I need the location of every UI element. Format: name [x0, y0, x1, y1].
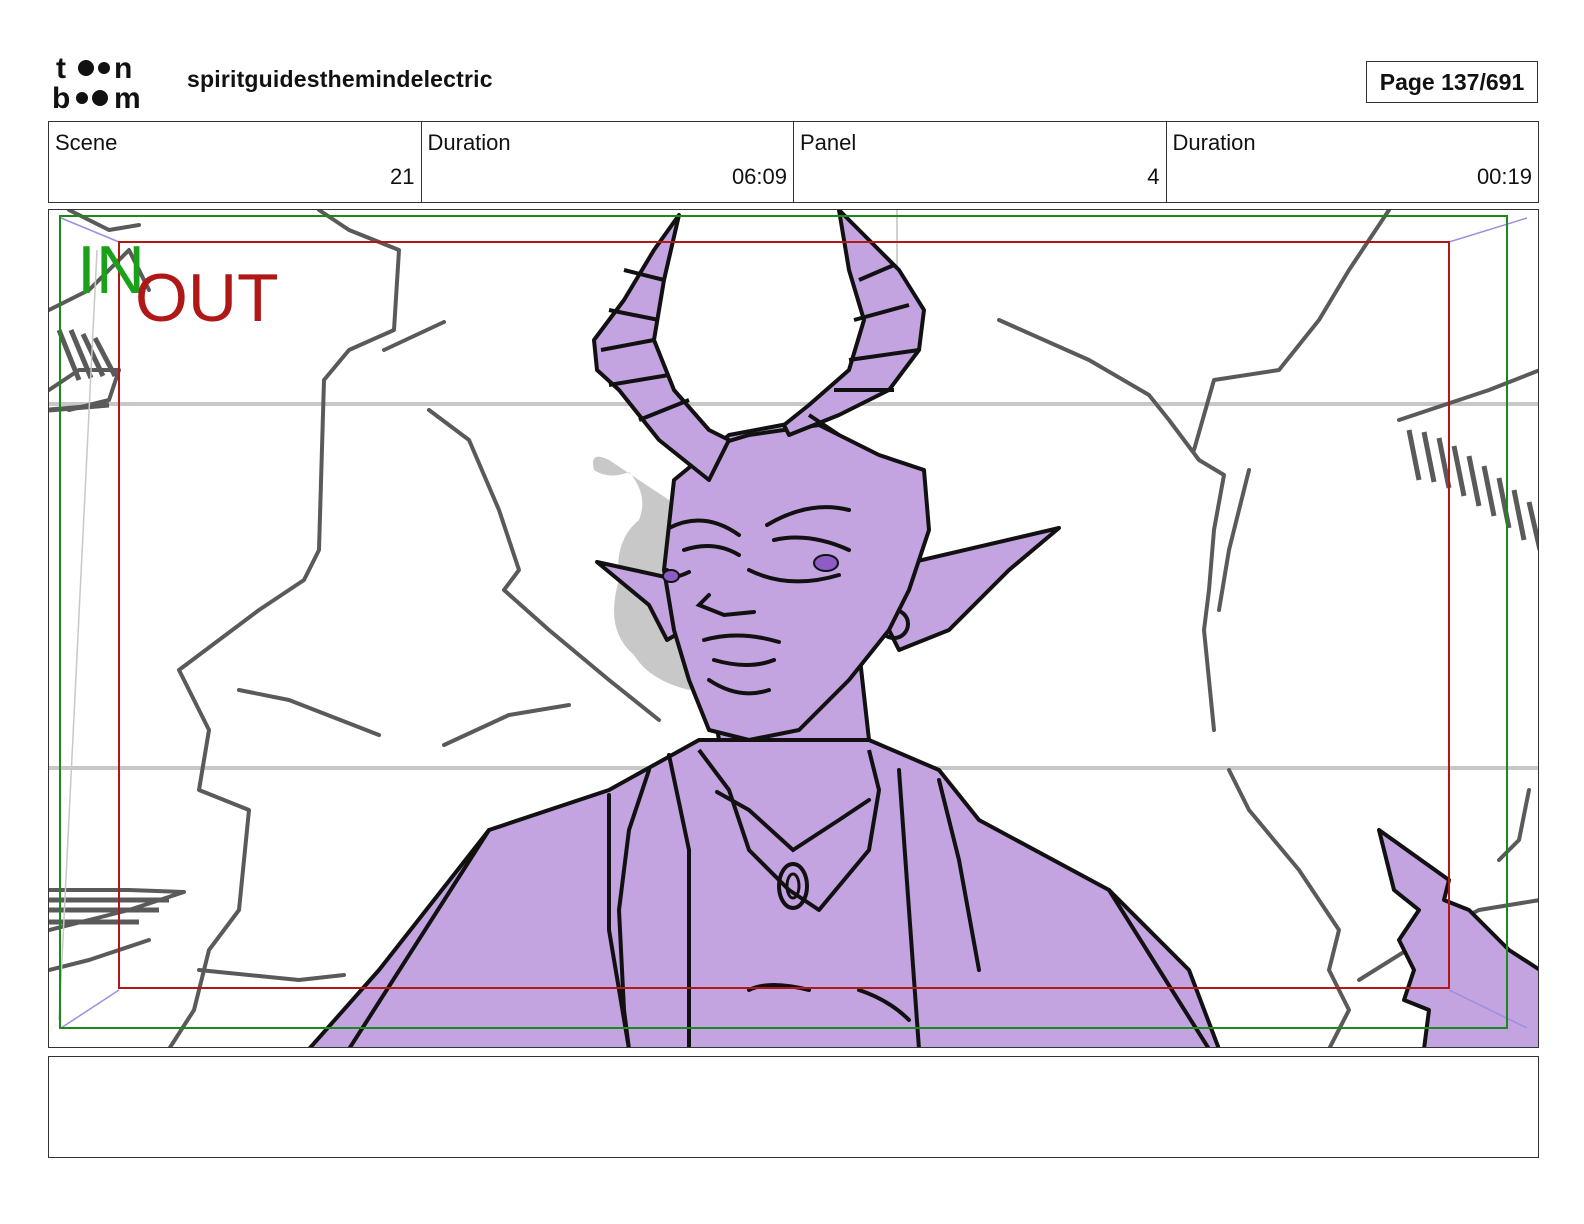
toonboom-logo: t n b m [52, 52, 164, 115]
scene-value: 21 [390, 164, 415, 189]
project-title: spiritguidesthemindelectric [187, 66, 493, 92]
panel-notes-box [48, 1056, 1539, 1158]
page-label: Page 137/691 [1379, 68, 1525, 95]
svg-text:t: t [56, 52, 66, 85]
panel-duration-label: Duration [1172, 130, 1256, 155]
scene-duration-cell: Duration 06:09 [422, 122, 794, 202]
panel-info-table: Scene 21 Duration 06:09 Panel 4 Duration… [48, 121, 1539, 203]
scene-label: Scene [55, 130, 118, 155]
panel-duration-value: 00:19 [1476, 164, 1532, 189]
storyboard-panel: IN OUT [48, 209, 1539, 1048]
scene-cell: Scene 21 [49, 122, 422, 202]
scene-duration-label: Duration [427, 130, 511, 155]
svg-text:b: b [52, 82, 70, 112]
svg-text:m: m [114, 82, 141, 112]
panel-value: 4 [1147, 164, 1160, 189]
safe-out-label: OUT [135, 260, 279, 336]
panel-label: Panel [800, 130, 857, 155]
panel-duration-cell: Duration 00:19 [1167, 122, 1539, 202]
page-indicator: Page 137/691 [1366, 61, 1538, 103]
svg-text:n: n [114, 52, 132, 85]
scene-duration-value: 06:09 [731, 164, 787, 189]
panel-cell: Panel 4 [794, 122, 1167, 202]
